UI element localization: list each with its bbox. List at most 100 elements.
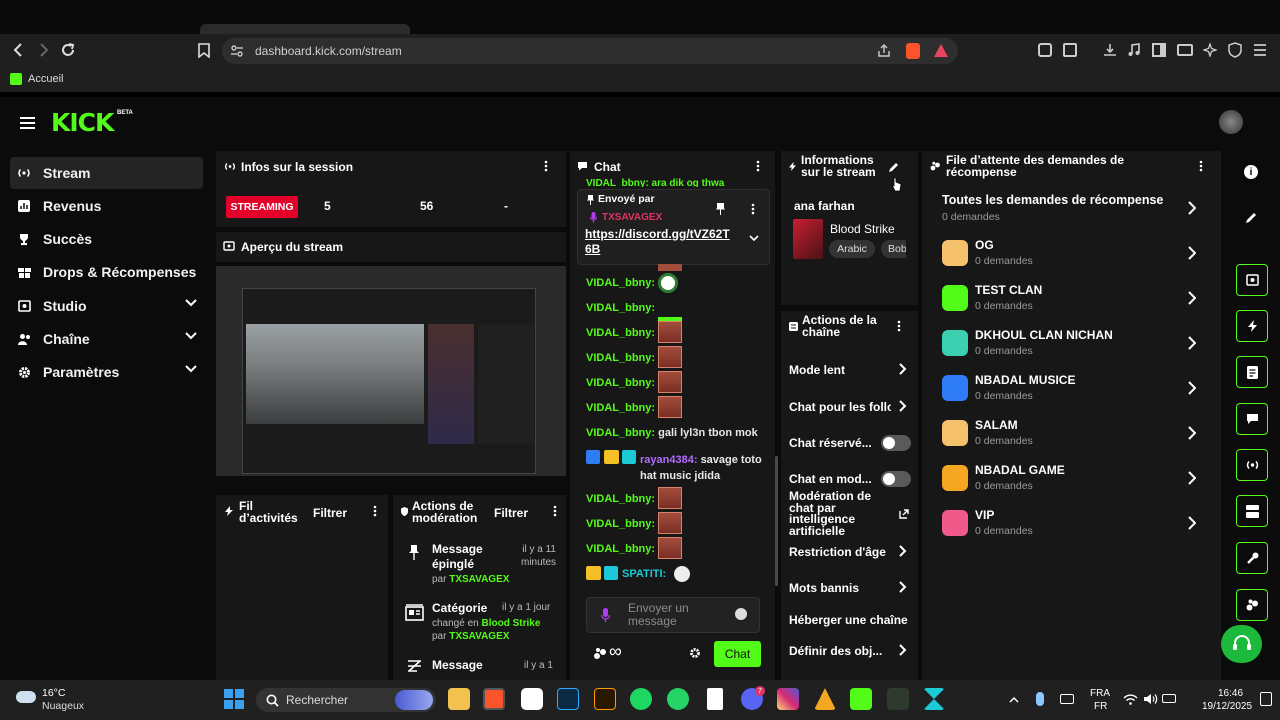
bookmark-icon[interactable] [196, 42, 212, 58]
kick-app-icon[interactable] [850, 688, 872, 710]
chevron-right-icon[interactable] [1188, 336, 1196, 350]
chat-username[interactable]: VIDAL_bbny: [586, 493, 655, 505]
back-icon[interactable] [10, 42, 26, 58]
chat-username[interactable]: VIDAL_bbny: [586, 352, 655, 364]
chevron-right-icon[interactable] [1188, 471, 1196, 485]
chevron-right-icon[interactable] [1188, 516, 1196, 530]
rail-chat-button[interactable] [1236, 403, 1268, 435]
chat-scrollbar[interactable] [775, 456, 778, 586]
chat-username[interactable]: VIDAL_bbny: [586, 427, 655, 439]
illustrator-icon[interactable] [594, 688, 616, 710]
reward-item[interactable]: NBADAL MUSICE 0 demandes [942, 371, 1204, 411]
rail-tools-button[interactable] [1236, 542, 1268, 574]
windows-start-icon[interactable] [224, 689, 244, 709]
tag-chip[interactable]: Bob [881, 240, 906, 258]
chevron-right-icon[interactable] [899, 581, 907, 593]
file-explorer-icon[interactable] [448, 688, 470, 710]
action-age-restriction[interactable]: Restriction d'âge [789, 545, 886, 559]
input-lang-sub[interactable]: FR [1094, 701, 1107, 712]
chevron-right-icon[interactable] [1188, 246, 1196, 260]
bookmark-accueil[interactable]: Accueil [28, 73, 63, 85]
microphone-icon[interactable] [600, 607, 610, 623]
reward-item[interactable]: VIP 0 demandes [942, 506, 1204, 546]
photoshop-icon[interactable] [557, 688, 579, 710]
spotify-icon[interactable] [630, 688, 652, 710]
sidebar-toggle-icon[interactable] [1152, 43, 1166, 57]
brave-browser-icon[interactable] [483, 688, 505, 710]
stream-preview-video[interactable] [216, 266, 566, 476]
rail-preview-button[interactable] [1236, 264, 1268, 296]
mod-item-user[interactable]: TXSAVAGEX [449, 574, 509, 585]
input-lang[interactable]: FRA [1090, 688, 1110, 699]
volume-icon[interactable] [1142, 692, 1158, 706]
more-options-icon[interactable] [553, 505, 557, 519]
edit-pencil-icon[interactable] [886, 160, 900, 174]
microphone-icon[interactable] [1036, 692, 1044, 706]
more-options-icon[interactable] [1199, 160, 1203, 174]
chat-message[interactable]: VIDAL_bbny: [586, 302, 655, 314]
chat-message[interactable]: rayan4384: savage toto hat music jdida [640, 452, 770, 484]
kick-logo[interactable]: KICK [51, 108, 114, 137]
gear-icon[interactable] [689, 647, 701, 659]
chat-username[interactable]: VIDAL_bbny: [586, 377, 655, 389]
reward-item[interactable]: NBADAL GAME 0 demandes [942, 461, 1204, 501]
capcut-icon[interactable] [521, 688, 543, 710]
action-host-channel[interactable]: Héberger une chaîne [789, 613, 908, 627]
chevron-right-icon[interactable] [1188, 426, 1196, 440]
chat-username[interactable]: VIDAL_bbny: [586, 543, 655, 555]
reward-item[interactable]: DKHOUL CLAN NICHAN 0 demandes [942, 326, 1204, 366]
sidebar-item-revenus[interactable]: Revenus [10, 190, 203, 222]
chat-username[interactable]: rayan4384: [640, 454, 698, 466]
sidebar-item-stream[interactable]: Stream [10, 157, 203, 189]
chevron-right-icon[interactable] [1188, 291, 1196, 305]
site-settings-icon[interactable] [230, 44, 244, 58]
sidebar-item-parametres[interactable]: Paramètres [10, 356, 203, 388]
category-name[interactable]: Blood Strike [830, 222, 895, 236]
more-options-icon[interactable] [756, 160, 760, 174]
extensions-icon[interactable] [1038, 43, 1052, 57]
address-bar[interactable]: dashboard.kick.com/stream [222, 38, 958, 64]
chat-message[interactable]: VIDAL_bbny: [586, 352, 655, 364]
vpn-shield-icon[interactable] [1227, 42, 1243, 58]
action-slow-mode[interactable]: Mode lent [789, 363, 845, 377]
chat-username[interactable]: SPATITI: [622, 568, 666, 580]
chat-message[interactable]: VIDAL_bbny: [586, 402, 655, 414]
more-options-icon[interactable] [373, 505, 377, 519]
chat-message[interactable]: VIDAL_bbny: [586, 543, 655, 555]
edit-pencil-icon[interactable] [1244, 211, 1258, 225]
pinned-link[interactable]: https://discord.gg/tVZ62T6B [585, 227, 735, 257]
moderation-filter-button[interactable]: Filtrer [494, 506, 528, 520]
emoji-icon[interactable] [735, 608, 747, 620]
rail-notes-button[interactable] [1236, 356, 1268, 388]
chevron-up-icon[interactable] [1008, 693, 1020, 705]
mod-item-user[interactable]: TXSAVAGEX [449, 631, 509, 642]
instagram-icon[interactable] [777, 688, 799, 710]
support-headset-icon[interactable] [1221, 625, 1262, 663]
wallet-icon[interactable] [1177, 44, 1193, 56]
weather-temp[interactable]: 16°C [42, 687, 65, 699]
media-icon[interactable] [1126, 42, 1142, 58]
chevron-right-icon[interactable] [1188, 201, 1196, 215]
reward-item[interactable]: SALAM 0 demandes [942, 416, 1204, 456]
forward-icon[interactable] [36, 42, 52, 58]
sidebar-item-drops[interactable]: Drops & Récompenses [10, 256, 203, 288]
sidebar-item-studio[interactable]: Studio [10, 290, 203, 322]
keyboard-icon[interactable] [1060, 694, 1074, 704]
clock-time[interactable]: 16:46 [1218, 688, 1243, 699]
chat-username[interactable]: VIDAL_bbny: [586, 277, 655, 289]
send-chat-button[interactable]: Chat [714, 641, 761, 667]
weather-cloud-icon[interactable] [16, 691, 36, 703]
browser-tab[interactable] [200, 24, 410, 34]
reward-all-requests[interactable]: Toutes les demandes de récompense 0 dema… [942, 191, 1204, 231]
wifi-icon[interactable] [1122, 692, 1138, 706]
notepad-icon[interactable] [707, 688, 723, 710]
brave-rewards-icon[interactable] [934, 44, 948, 57]
action-ai-moderation[interactable]: Modération de chat par intelligence arti… [789, 490, 879, 537]
activity-filter-button[interactable]: Filtrer [313, 506, 347, 520]
avatar[interactable] [1219, 110, 1243, 134]
pinned-user[interactable]: TXSAVAGEX [602, 212, 662, 223]
chat-message[interactable]: VIDAL_bbny: [586, 493, 655, 505]
nvidia-icon[interactable] [887, 688, 909, 710]
chat-message[interactable]: VIDAL_bbny: gali lyl3n tbon mok [586, 427, 758, 439]
notifications-icon[interactable] [1260, 692, 1272, 706]
